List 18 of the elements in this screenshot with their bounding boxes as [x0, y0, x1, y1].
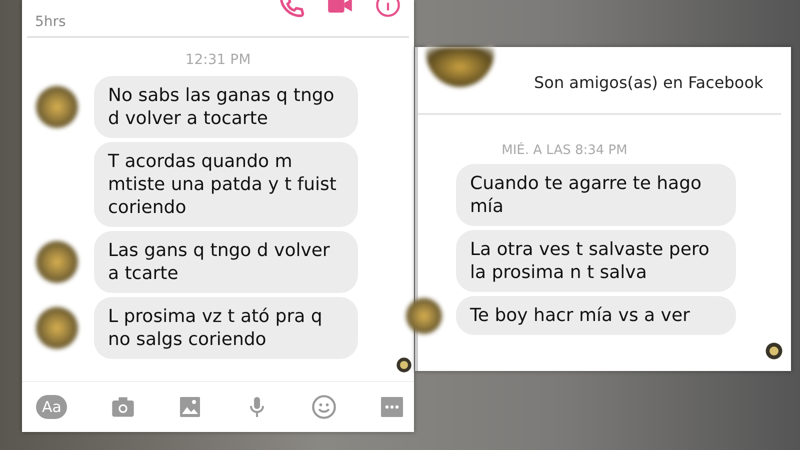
message-timestamp: MIÉ. A LAS 8:34 PM [500, 143, 628, 158]
more-icon[interactable] [380, 395, 404, 419]
text-format-button[interactable]: Aa [36, 395, 68, 419]
message-bubble: L prosima vz t ató pra q no salgs coriendo [94, 297, 358, 359]
message-bubble: Cuando te agarre te hago mía [456, 164, 736, 226]
last-active-time: 5hrs [35, 14, 66, 30]
profile-avatar [426, 47, 494, 87]
message-bubble: La otra ves t salvaste pero la prosima n t salva [456, 230, 736, 292]
message-bubble: T acordas quando m mtiste una patda y t fuist coriendo [94, 142, 358, 227]
friends-notice: Son amigos(as) en Facebook [534, 73, 764, 92]
smiley-icon[interactable] [311, 394, 338, 420]
message-bubble: Las gans q tngo d volver a tcarte [94, 231, 358, 293]
seen-avatar-icon [765, 342, 783, 360]
seen-avatar-icon [396, 357, 412, 373]
message-bubble: Te boy hacr mía vs a ver [456, 296, 736, 335]
image-icon[interactable] [178, 395, 202, 419]
message-timestamp: 12:31 PM [184, 52, 252, 68]
message-bubble: No sabs las ganas q tngo d volver a tocarte [94, 76, 358, 138]
